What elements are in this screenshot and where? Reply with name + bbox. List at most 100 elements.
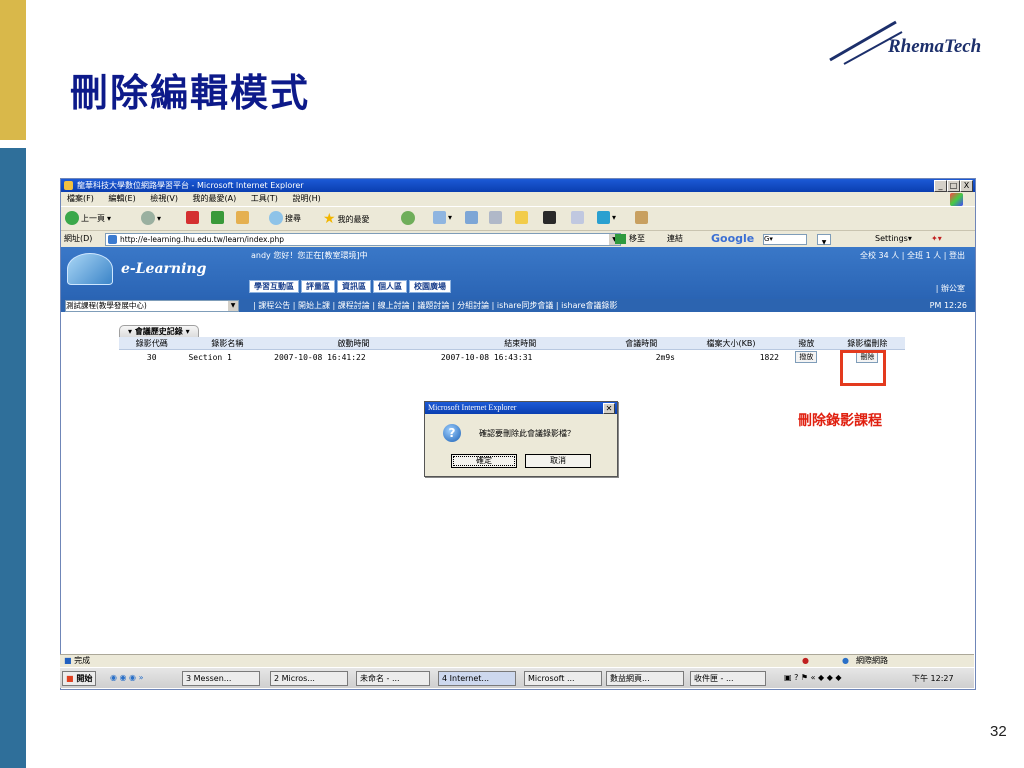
start-label: 開始 (76, 674, 93, 683)
dialog-message: 確認要刪除此會議錄影檔？ (479, 429, 575, 438)
go-arrow-icon[interactable] (615, 234, 626, 244)
annotation-label: 刪除錄影課程 (798, 413, 882, 429)
edit-icon[interactable] (489, 211, 502, 224)
minimize-button[interactable]: _ (934, 180, 947, 192)
print-icon[interactable] (465, 211, 478, 224)
site-time: PM 12:26 (929, 301, 967, 310)
cell-id: 30 (146, 352, 157, 362)
cell-end: 2007-10-08 16:43:31 (440, 352, 533, 362)
quicklaunch-icon[interactable]: ◉ ◉ ◉ » (110, 673, 143, 682)
select-dropdown-icon[interactable]: ▼ (228, 301, 238, 311)
google-search-input[interactable]: G▾ (763, 234, 807, 245)
mail-icon[interactable] (433, 211, 446, 224)
sub-nav: 測試課程(教學發展中心) ▼ | 課程公告 | 開始上課 | 課程討論 | 線上… (61, 299, 975, 312)
home-icon[interactable] (236, 211, 249, 224)
records-tab[interactable]: ▾ 會議歷史記錄 ▾ (119, 325, 199, 337)
col-end: 結束時間 (436, 337, 604, 350)
menubar: 檔案(F) 編輯(E) 檢視(V) 我的最愛(A) 工具(T) 說明(H) (61, 192, 975, 206)
translate-icon[interactable]: ✦▾ (931, 231, 942, 247)
tab-assessment[interactable]: 評量區 (301, 280, 335, 293)
tab-learning[interactable]: 學習互動區 (249, 280, 299, 293)
question-icon: ? (443, 424, 461, 442)
cancel-button[interactable]: 取消 (525, 454, 591, 468)
menu-tools[interactable]: 工具(T) (251, 194, 278, 203)
tool-icon[interactable] (635, 211, 648, 224)
messenger-icon[interactable] (571, 211, 584, 224)
settings-label[interactable]: Settings▾ (875, 231, 912, 247)
popup-blocker-icon[interactable]: ● (802, 655, 809, 667)
ie-icon (64, 181, 73, 190)
back-label: 上一頁 (81, 213, 105, 223)
slide-title: 刪除編輯模式 (70, 70, 311, 115)
address-input[interactable]: http://e-learning.lhu.edu.tw/learn/index… (105, 233, 621, 246)
history-icon[interactable] (401, 211, 415, 225)
menu-help[interactable]: 說明(H) (292, 194, 320, 203)
forward-button[interactable]: ▾ (141, 211, 161, 225)
go-label[interactable]: 移至 (629, 231, 645, 247)
course-links[interactable]: | 課程公告 | 開始上課 | 課程討論 | 線上討論 | 議題討論 | 分組討… (253, 299, 618, 312)
site-brand: e-Learning (121, 261, 207, 277)
task-item[interactable]: 2 Micros... (270, 671, 348, 686)
research-icon[interactable] (597, 211, 610, 224)
task-item[interactable]: 未命名 - ... (356, 671, 430, 686)
window-title: 龍華科技大學數位網路學習平台 - Microsoft Internet Expl… (77, 181, 304, 190)
ok-button[interactable]: 確定 (451, 454, 517, 468)
links-label[interactable]: 連結 (667, 231, 683, 247)
tray-icons[interactable]: ▣ ? ⚑ « ◆ ◆ ◆ (784, 673, 842, 682)
slide-blue-bar (0, 148, 26, 768)
maximize-button[interactable]: □ (947, 180, 960, 192)
task-item[interactable]: 4 Internet... (438, 671, 516, 686)
task-item[interactable]: 3 Messen... (182, 671, 260, 686)
google-dropdown-icon[interactable]: ▼ (817, 234, 831, 246)
search-label: 搜尋 (285, 213, 301, 223)
stop-icon[interactable] (186, 211, 199, 224)
address-label: 網址(D) (64, 234, 93, 243)
delete-highlight-box (840, 350, 886, 386)
col-play: 撥放 (782, 337, 830, 350)
tab-campus[interactable]: 校園廣場 (409, 280, 451, 293)
cell-size: 1822 (759, 352, 779, 362)
address-bar: 網址(D) http://e-learning.lhu.edu.tw/learn… (61, 230, 975, 247)
refresh-icon[interactable] (211, 211, 224, 224)
cell-name: Section 1 (188, 352, 232, 362)
page-icon (108, 235, 117, 244)
menu-view[interactable]: 檢視(V) (150, 194, 178, 203)
confirm-dialog: Microsoft Internet Explorer ✕ ? 確認要刪除此會議… (424, 401, 618, 477)
task-item[interactable]: Microsoft ... (524, 671, 602, 686)
menu-edit[interactable]: 編輯(E) (108, 194, 135, 203)
dialog-close-button[interactable]: ✕ (603, 403, 615, 414)
col-size: 檔案大小(KB) (679, 337, 783, 350)
back-arrow-icon (65, 211, 79, 225)
office-link[interactable]: | 辦公室 (936, 283, 965, 294)
course-select-value: 測試課程(教學發展中心) (66, 301, 147, 310)
course-select[interactable]: 測試課程(教學發展中心) ▼ (65, 300, 239, 312)
book-logo-icon (67, 253, 113, 285)
status-bar: ■ 完成 ● ● 網際網路 (60, 654, 974, 667)
page-number: 32 (990, 723, 1007, 740)
tab-personal[interactable]: 個人區 (373, 280, 407, 293)
search-button[interactable]: 搜尋 (269, 211, 301, 225)
task-item[interactable]: 收件匣 - ... (690, 671, 766, 686)
slide-gold-bar (0, 0, 26, 140)
favorites-button[interactable]: ★ 我的最愛 (323, 211, 370, 227)
online-count[interactable]: 全校 34 人 | 全班 1 人 | 登出 (860, 250, 965, 261)
back-button[interactable]: 上一頁 ▾ (65, 211, 111, 225)
task-item[interactable]: 數益網頁... (606, 671, 684, 686)
menu-file[interactable]: 檔案(F) (67, 194, 94, 203)
folder-icon[interactable] (515, 211, 528, 224)
status-text: 完成 (74, 656, 91, 665)
site-header: e-Learning andy 您好！您正在[教室環境]中 全校 34 人 | … (61, 247, 975, 299)
records-table: 錄影代碼 錄影名稱 啟動時間 結束時間 會議時間 檔案大小(KB) 撥放 錄影檔… (119, 337, 905, 364)
star-icon: ★ (323, 211, 336, 227)
tab-info[interactable]: 資訊區 (337, 280, 371, 293)
play-button[interactable]: 撥放 (795, 351, 818, 363)
taskbar: ■ 開始 ◉ ◉ ◉ » 3 Messen... 2 Micros... 未命名… (60, 667, 974, 688)
google-logo: Google (711, 232, 755, 245)
globe-icon: ● (842, 656, 849, 665)
close-button[interactable]: X (960, 180, 973, 192)
logo-text: RhemaTech (888, 36, 982, 57)
menu-favorites[interactable]: 我的最愛(A) (193, 194, 237, 203)
k-icon[interactable] (543, 211, 556, 224)
table-header-row: 錄影代碼 錄影名稱 啟動時間 結束時間 會議時間 檔案大小(KB) 撥放 錄影檔… (119, 337, 905, 350)
start-button[interactable]: ■ 開始 (62, 671, 97, 686)
